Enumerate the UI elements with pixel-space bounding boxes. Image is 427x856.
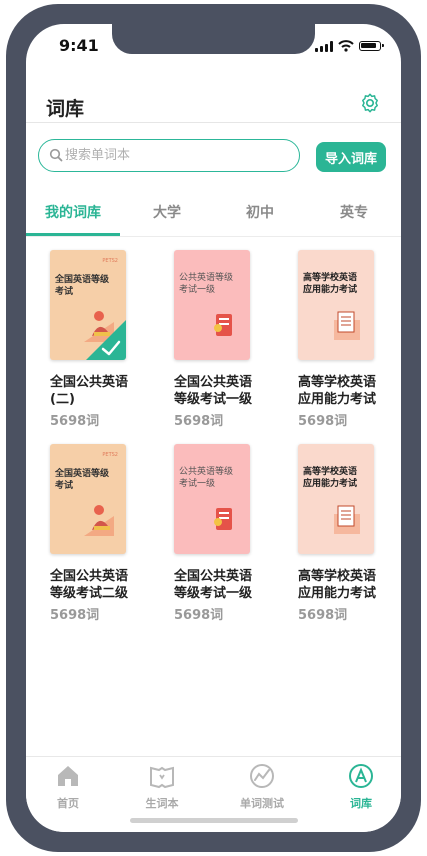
- tab-english-major[interactable]: 英专: [307, 202, 401, 222]
- cover-badge: PETS2: [102, 452, 118, 458]
- tabbar-label: 生词本: [145, 797, 179, 810]
- book-title: 高等学校英语应用能力考试: [298, 569, 377, 601]
- tabbar-word-test[interactable]: 单词测试: [222, 763, 302, 811]
- library-icon: [349, 764, 373, 788]
- book-cover: 公共英语等级 考试一级: [174, 444, 250, 554]
- book-card[interactable]: 公共英语等级 考试一级 全国公共英语等级考试一级 5698词: [174, 444, 284, 623]
- home-icon: [58, 766, 78, 786]
- gear-icon[interactable]: [359, 92, 381, 114]
- cover-title: 全国英语等级 考试: [55, 275, 110, 297]
- category-tabs: 我的词库 大学 初中 英专: [26, 192, 401, 237]
- notch: [112, 24, 315, 54]
- tabbar-library[interactable]: 词库: [321, 763, 401, 811]
- book-card[interactable]: 高等学校英语 应用能力考试 高等学校英语应用能力考试 5698词: [298, 444, 401, 623]
- cover-title: 高等学校英语 应用能力考试: [303, 273, 358, 295]
- header: 词库: [26, 72, 401, 123]
- phone-frame: 9:41 词库 导入词库: [6, 4, 421, 852]
- status-time: 9:41: [59, 36, 99, 55]
- battery-icon: [359, 41, 384, 51]
- tab-junior-high[interactable]: 初中: [213, 202, 307, 222]
- book-cover: 高等学校英语 应用能力考试: [298, 444, 374, 554]
- book-card[interactable]: PETS2 全国英语等级 考试 全国公共英语(二) 5698词: [50, 250, 160, 429]
- book-title: 全国公共英语(二): [50, 375, 129, 407]
- signal-icon: [315, 40, 333, 52]
- book-cover: 公共英语等级 考试一级: [174, 250, 250, 360]
- book-word-count: 5698词: [50, 414, 100, 429]
- cover-title: 公共英语等级 考试一级: [179, 467, 234, 489]
- tab-my-library[interactable]: 我的词库: [26, 202, 120, 222]
- screen: 9:41 词库 导入词库: [26, 24, 401, 832]
- cover-badge: PETS2: [102, 258, 118, 264]
- tabbar-label: 词库: [350, 797, 372, 810]
- book-word-count: 5698词: [174, 608, 224, 623]
- book-title: 全国公共英语等级考试一级: [174, 569, 253, 601]
- cover-illustration: [334, 505, 360, 534]
- book-word-count: 5698词: [298, 414, 348, 429]
- book-card[interactable]: PETS2 全国英语等级 考试 全国公共英语等级考试二级 5698词: [50, 444, 160, 623]
- book-cover: PETS2 全国英语等级 考试: [50, 250, 126, 360]
- book-icon: [150, 766, 174, 789]
- active-tab-indicator: [26, 233, 120, 236]
- status-icons: [315, 40, 384, 52]
- book-cover: 高等学校英语 应用能力考试: [298, 250, 374, 360]
- cover-illustration: [214, 314, 232, 336]
- book-word-count: 5698词: [298, 608, 348, 623]
- book-title: 全国公共英语等级考试二级: [50, 569, 129, 601]
- tabbar-home[interactable]: 首页: [28, 763, 108, 811]
- book-card[interactable]: 高等学校英语 应用能力考试 高等学校英语应用能力考试 5698词: [298, 250, 401, 429]
- selected-check-icon: [86, 320, 126, 360]
- book-card[interactable]: 公共英语等级 考试一级 全国公共英语等级考试一级 5698词: [174, 250, 284, 429]
- search-icon: [49, 148, 63, 162]
- cover-title: 公共英语等级 考试一级: [179, 273, 234, 295]
- tabbar-vocab-book[interactable]: 生词本: [122, 763, 202, 811]
- cover-illustration: [84, 505, 114, 536]
- book-word-count: 5698词: [50, 608, 100, 623]
- book-title: 高等学校英语应用能力考试: [298, 375, 377, 407]
- book-title: 全国公共英语等级考试一级: [174, 375, 253, 407]
- tab-university[interactable]: 大学: [120, 202, 214, 222]
- search-input[interactable]: [65, 145, 285, 165]
- wifi-icon: [338, 40, 354, 52]
- book-cover: PETS2 全国英语等级 考试: [50, 444, 126, 554]
- cover-title: 全国英语等级 考试: [55, 469, 110, 491]
- import-library-button[interactable]: 导入词库: [316, 142, 386, 172]
- cover-illustration: [334, 311, 360, 340]
- cover-title: 高等学校英语 应用能力考试: [303, 467, 358, 489]
- chart-icon: [250, 764, 274, 788]
- search-field[interactable]: [38, 139, 300, 172]
- book-word-count: 5698词: [174, 414, 224, 429]
- page-title: 词库: [46, 98, 85, 120]
- home-indicator: [130, 818, 298, 823]
- tabbar-label: 单词测试: [240, 797, 284, 810]
- tabbar-label: 首页: [57, 797, 79, 810]
- cover-illustration: [214, 508, 232, 530]
